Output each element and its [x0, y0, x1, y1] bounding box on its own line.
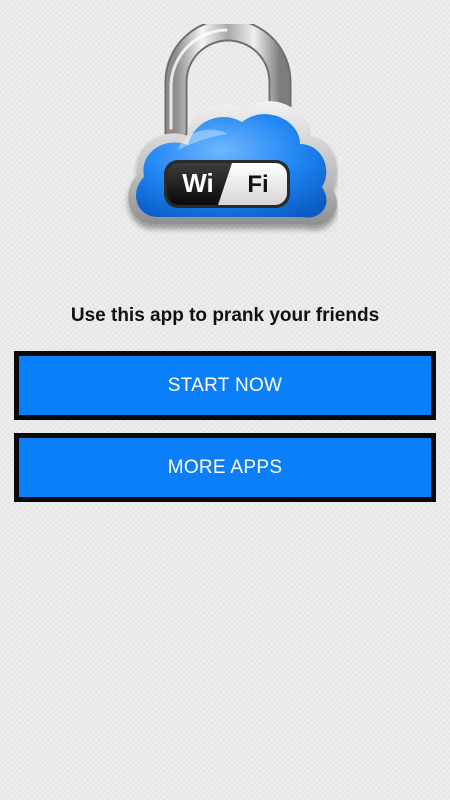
tagline: Use this app to prank your friends: [70, 305, 380, 326]
start-now-label: START NOW: [167, 374, 283, 396]
start-now-button[interactable]: START NOW: [14, 351, 436, 420]
badge-right-text: Fi: [247, 171, 268, 198]
wifi-lock-cloud-icon: Wi Fi: [118, 18, 338, 244]
more-apps-label: MORE APPS: [167, 456, 283, 478]
badge-left-text: Wi: [182, 168, 214, 198]
more-apps-button[interactable]: MORE APPS: [14, 433, 436, 502]
